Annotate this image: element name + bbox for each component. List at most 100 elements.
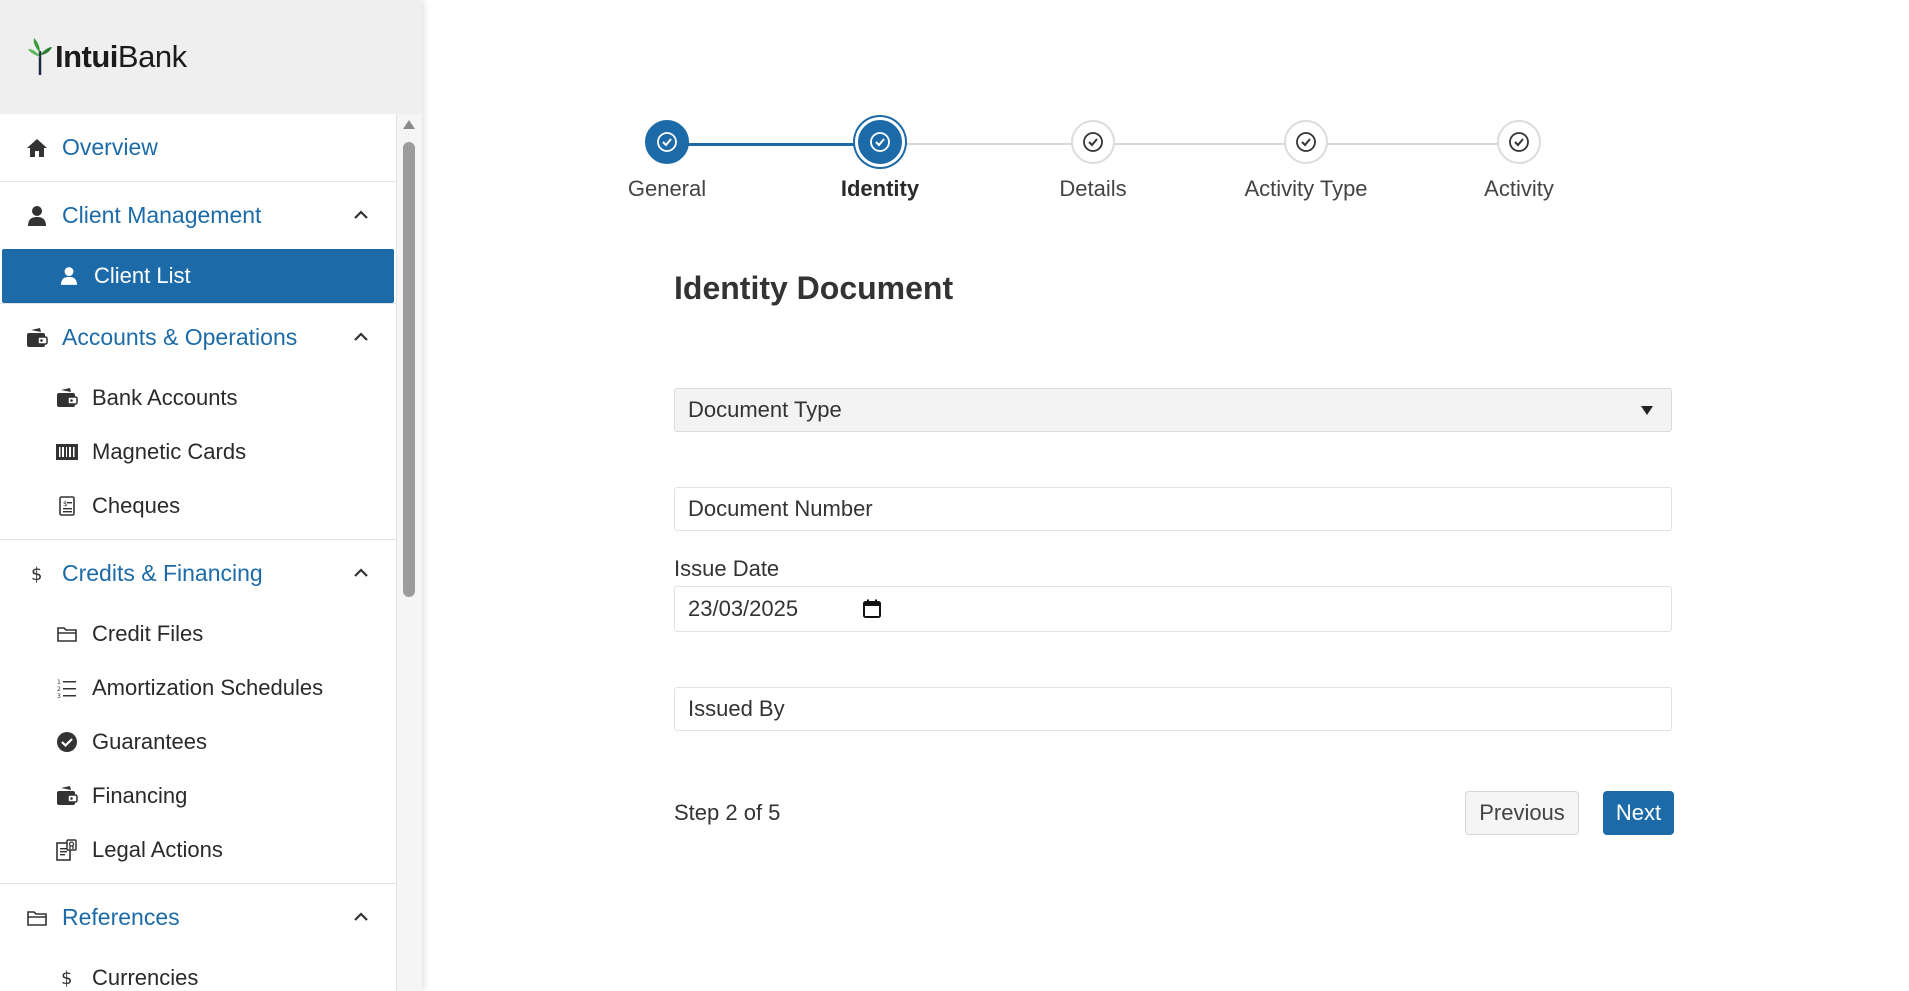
sidebar-item-bank-accounts[interactable]: Bank Accounts xyxy=(0,371,396,425)
sidebar-item-guarantees[interactable]: Guarantees xyxy=(0,715,396,769)
step-general[interactable]: General xyxy=(587,120,747,202)
dollar-icon: $ xyxy=(26,563,48,585)
document-number-field[interactable]: Document Number xyxy=(674,487,1672,531)
sidebar-item-label: Currencies xyxy=(92,965,199,990)
chevron-up-icon[interactable] xyxy=(352,206,370,224)
next-button[interactable]: Next xyxy=(1603,791,1674,835)
sidebar-item-label: Magnetic Cards xyxy=(92,439,247,464)
previous-button[interactable]: Previous xyxy=(1465,791,1579,835)
leaf-logo-icon xyxy=(28,38,52,75)
sidebar-group-label: Accounts & Operations xyxy=(62,324,298,350)
sidebar-sublist: Credit Files 123 Amortization Schedules … xyxy=(0,607,396,883)
sidebar-item-overview[interactable]: Overview xyxy=(0,114,396,181)
folder-icon xyxy=(26,907,48,929)
stepper: General Identity Details Activity Type A xyxy=(628,120,1727,210)
issue-date-value: 23/03/2025 xyxy=(688,596,799,621)
step-label: General xyxy=(627,176,707,201)
barcode-icon xyxy=(56,441,78,463)
sidebar-item-label: Guarantees xyxy=(92,729,207,754)
chevron-up-icon[interactable] xyxy=(352,564,370,582)
step-label: Activity xyxy=(1484,176,1554,201)
sidebar-sublist: Bank Accounts Magnetic Cards $ Cheques xyxy=(0,371,396,539)
main-content: General Identity Details Activity Type A xyxy=(422,0,1909,991)
sidebar-item-financing[interactable]: Financing xyxy=(0,769,396,823)
sidebar-group-client-management[interactable]: Client Management xyxy=(0,182,396,249)
svg-text:$: $ xyxy=(31,564,42,585)
step-check-icon xyxy=(858,120,902,164)
sidebar-item-client-list[interactable]: Client List xyxy=(2,249,394,303)
document-type-select[interactable]: Document Type xyxy=(674,388,1672,432)
step-check-icon xyxy=(1284,120,1328,164)
sidebar-sublist: $ Currencies xyxy=(0,951,396,991)
sidebar-section-references: References $ Currencies xyxy=(0,884,396,991)
sidebar-item-label: Financing xyxy=(92,783,188,808)
scroll-up-arrow-icon[interactable] xyxy=(403,120,415,129)
sidebar-item-label: Amortization Schedules xyxy=(92,675,324,700)
sidebar-section-accounts: Accounts & Operations Bank Accounts Magn… xyxy=(0,304,396,540)
wallet-icon xyxy=(56,785,78,807)
step-activity[interactable]: Activity xyxy=(1439,120,1599,202)
document-number-placeholder: Document Number xyxy=(688,496,873,521)
sidebar-item-label: Overview xyxy=(62,134,158,160)
folder-icon xyxy=(56,623,78,645)
sidebar-group-accounts[interactable]: Accounts & Operations xyxy=(0,304,396,371)
step-details[interactable]: Details xyxy=(1013,120,1173,202)
step-check-icon xyxy=(1497,120,1541,164)
sidebar-item-credit-files[interactable]: Credit Files xyxy=(0,607,396,661)
sidebar-group-label: Credits & Financing xyxy=(62,560,263,586)
wallet-icon xyxy=(26,327,48,349)
step-label: Identity xyxy=(840,176,920,201)
step-check-icon xyxy=(1071,120,1115,164)
sidebar-menu: Overview Client Management Client List A… xyxy=(0,114,397,991)
sidebar-item-label: Bank Accounts xyxy=(92,385,238,410)
issued-by-field[interactable]: Issued By xyxy=(674,687,1672,731)
sidebar-group-label: Client Management xyxy=(62,202,262,228)
svg-text:$: $ xyxy=(61,968,72,989)
sidebar-section-credits: $ Credits & Financing Credit Files 123 A… xyxy=(0,540,396,884)
issued-by-placeholder: Issued By xyxy=(688,696,785,721)
sidebar-item-legal-actions[interactable]: Legal Actions xyxy=(0,823,396,877)
numbered-list-icon: 123 xyxy=(56,677,78,699)
svg-text:$: $ xyxy=(63,500,67,508)
sidebar-item-label: Legal Actions xyxy=(92,837,223,862)
sidebar-section-overview: Overview xyxy=(0,114,396,182)
sidebar-item-cheques[interactable]: $ Cheques xyxy=(0,479,396,533)
user-icon xyxy=(58,265,80,287)
sidebar-item-amortization-schedules[interactable]: 123 Amortization Schedules xyxy=(0,661,396,715)
issue-date-field[interactable]: 23/03/2025 xyxy=(674,586,1672,632)
dollar-icon: $ xyxy=(56,967,78,989)
check-circle-icon xyxy=(56,731,78,753)
step-identity[interactable]: Identity xyxy=(800,120,960,202)
logo-text: IntuiBank xyxy=(55,39,187,74)
scrollbar-thumb[interactable] xyxy=(403,142,415,597)
form-title: Identity Document xyxy=(674,270,954,306)
sidebar-group-label: References xyxy=(62,904,180,930)
sidebar-group-references[interactable]: References xyxy=(0,884,396,951)
chevron-up-icon[interactable] xyxy=(352,908,370,926)
sidebar-group-credits[interactable]: $ Credits & Financing xyxy=(0,540,396,607)
document-type-value: Document Type xyxy=(688,397,842,422)
sidebar-item-label: Client List xyxy=(94,263,191,288)
svg-text:3: 3 xyxy=(57,693,61,698)
caret-down-icon xyxy=(1641,406,1653,415)
sidebar-item-magnetic-cards[interactable]: Magnetic Cards xyxy=(0,425,396,479)
sidebar: IntuiBank Overview Client Management Cli… xyxy=(0,0,422,991)
wallet-icon xyxy=(56,387,78,409)
sidebar-item-currencies[interactable]: $ Currencies xyxy=(0,951,396,991)
logo[interactable]: IntuiBank xyxy=(0,0,422,114)
sidebar-scrollbar[interactable] xyxy=(400,114,418,991)
sidebar-item-label: Credit Files xyxy=(92,621,204,646)
chevron-up-icon[interactable] xyxy=(352,328,370,346)
issue-date-label: Issue Date xyxy=(674,556,780,581)
step-label: Activity Type xyxy=(1244,176,1368,201)
calendar-icon[interactable] xyxy=(862,599,882,619)
step-label: Details xyxy=(1059,176,1127,201)
home-icon xyxy=(26,137,48,159)
sidebar-item-label: Cheques xyxy=(92,493,181,518)
stepper-connector xyxy=(880,143,1519,145)
svg-text:2: 2 xyxy=(57,686,61,693)
step-activity-type[interactable]: Activity Type xyxy=(1226,120,1386,202)
svg-text:1: 1 xyxy=(57,679,61,686)
sidebar-section-client-management: Client Management Client List xyxy=(0,182,396,304)
step-counter: Step 2 of 5 xyxy=(674,800,781,825)
